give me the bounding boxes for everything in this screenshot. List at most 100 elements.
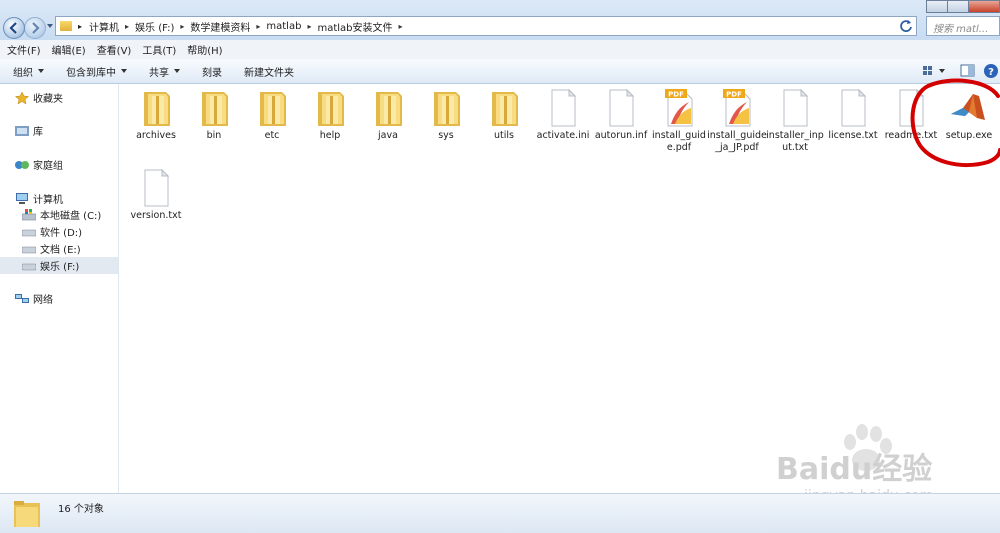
- organize-button[interactable]: 组织: [13, 64, 44, 79]
- list-item[interactable]: PDF install_guide.pdf: [648, 88, 710, 154]
- folder-icon: [368, 88, 408, 128]
- file-label: install_guide.pdf: [652, 130, 706, 153]
- file-label: utils: [494, 130, 514, 141]
- file-label: bin: [206, 130, 222, 141]
- chevron-right-icon[interactable]: ▸: [307, 22, 311, 31]
- close-button[interactable]: [968, 0, 1000, 13]
- menu-tools[interactable]: 工具(T): [142, 42, 176, 57]
- back-button[interactable]: [3, 17, 25, 39]
- file-label: etc: [264, 130, 280, 141]
- file-icon: [543, 88, 583, 128]
- sidebar-item-label: 库: [33, 127, 43, 138]
- breadcrumb-label: 娱乐 (F:): [135, 22, 175, 34]
- forward-button[interactable]: [24, 17, 46, 39]
- breadcrumb-folder[interactable]: 数学建模资料 ▸: [187, 19, 263, 34]
- chevron-right-icon[interactable]: ▸: [399, 22, 403, 31]
- share-label: 共享: [149, 67, 169, 79]
- list-item[interactable]: sys: [415, 88, 477, 142]
- sidebar-item-drive-f[interactable]: 娱乐 (F:): [0, 257, 118, 274]
- recent-pages-chevron-icon[interactable]: [47, 24, 53, 28]
- include-in-library-button[interactable]: 包含到库中: [66, 64, 127, 79]
- address-field[interactable]: ▸ 计算机 ▸ 娱乐 (F:) ▸ 数学建模资料 ▸ matlab ▸ matlab安装…: [55, 16, 917, 36]
- chevron-right-icon[interactable]: ▸: [256, 22, 260, 31]
- list-item[interactable]: license.txt: [822, 88, 884, 142]
- sidebar-item-label: 网络: [33, 295, 53, 306]
- list-item[interactable]: version.txt: [125, 168, 187, 222]
- sidebar-item-homegroup[interactable]: 家庭组: [0, 156, 118, 173]
- chevron-down-icon: [174, 69, 180, 73]
- list-item[interactable]: etc: [241, 88, 303, 142]
- list-item[interactable]: java: [357, 88, 419, 142]
- homegroup-icon: [15, 160, 29, 169]
- breadcrumb-matlab[interactable]: matlab ▸: [263, 21, 314, 32]
- folder-icon: [194, 88, 234, 128]
- chevron-right-icon[interactable]: ▸: [180, 22, 184, 31]
- breadcrumb-current[interactable]: matlab安装文件 ▸: [314, 19, 405, 34]
- list-item[interactable]: bin: [183, 88, 245, 142]
- network-icon: [15, 293, 29, 303]
- folder-icon: [426, 88, 466, 128]
- menu-help[interactable]: 帮助(H): [187, 42, 222, 57]
- sidebar-item-drive-c[interactable]: 本地磁盘 (C:): [0, 206, 118, 223]
- list-item[interactable]: utils: [473, 88, 535, 142]
- chevron-down-icon[interactable]: [939, 69, 945, 73]
- refresh-icon[interactable]: [898, 18, 914, 34]
- command-bar: 组织 包含到库中 共享 刻录 新建文件夹 ?: [0, 59, 1000, 84]
- maximize-button[interactable]: [947, 0, 969, 13]
- file-label: version.txt: [130, 210, 182, 221]
- sidebar-item-favorites[interactable]: 收藏夹: [0, 89, 118, 106]
- library-icon: [15, 125, 29, 136]
- file-label: sys: [438, 130, 454, 141]
- file-label: license.txt: [828, 130, 878, 141]
- navigation-pane: 收藏夹 库 家庭组 计算机 本地磁盘 (C:) 软件 (D:) 文档 (E:) …: [0, 84, 119, 493]
- folder-icon: [60, 21, 72, 31]
- file-label: java: [378, 130, 398, 141]
- file-icon: [775, 88, 815, 128]
- highlight-circle-annotation: [910, 78, 1000, 167]
- breadcrumb-label: matlab: [266, 20, 302, 32]
- svg-text:PDF: PDF: [668, 91, 684, 99]
- sidebar-item-drive-e[interactable]: 文档 (E:): [0, 240, 118, 257]
- sidebar-item-drive-d[interactable]: 软件 (D:): [0, 223, 118, 240]
- folder-icon: [14, 501, 40, 527]
- search-input[interactable]: 搜索 matl...: [926, 16, 1000, 36]
- minimize-button[interactable]: [926, 0, 948, 13]
- sidebar-item-label: 家庭组: [33, 161, 63, 172]
- share-button[interactable]: 共享: [149, 64, 180, 79]
- list-item[interactable]: installer_input.txt: [764, 88, 826, 154]
- list-item[interactable]: help: [299, 88, 361, 142]
- new-folder-label: 新建文件夹: [244, 67, 294, 79]
- status-bar: 16 个对象: [0, 493, 1000, 533]
- file-label: help: [319, 130, 341, 141]
- breadcrumb-computer[interactable]: 计算机 ▸: [86, 19, 132, 34]
- sidebar-item-network[interactable]: 网络: [0, 290, 118, 307]
- breadcrumb-label: 计算机: [89, 22, 120, 34]
- menu-file[interactable]: 文件(F): [7, 42, 41, 57]
- file-icon: [601, 88, 641, 128]
- list-item[interactable]: activate.ini: [532, 88, 594, 142]
- file-label: activate.ini: [536, 130, 590, 141]
- pdf-icon: PDF: [659, 88, 699, 128]
- folder-icon: [310, 88, 350, 128]
- file-label: installer_input.txt: [766, 130, 824, 153]
- menu-view[interactable]: 查看(V): [97, 42, 132, 57]
- chevron-right-icon[interactable]: ▸: [78, 22, 82, 31]
- list-item[interactable]: PDF install_guide_ja_JP.pdf: [706, 88, 768, 154]
- file-label: autorun.inf: [594, 130, 648, 141]
- breadcrumb-drive[interactable]: 娱乐 (F:) ▸: [132, 19, 187, 34]
- chevron-right-icon[interactable]: ▸: [125, 22, 129, 31]
- burn-button[interactable]: 刻录: [202, 64, 222, 79]
- list-item[interactable]: archives: [125, 88, 187, 142]
- drive-icon: [22, 263, 36, 270]
- menu-edit[interactable]: 编辑(E): [52, 42, 86, 57]
- drive-system-icon: [22, 208, 36, 220]
- sidebar-item-computer[interactable]: 计算机: [0, 190, 118, 207]
- new-folder-button[interactable]: 新建文件夹: [244, 64, 294, 79]
- list-item[interactable]: autorun.inf: [590, 88, 652, 142]
- folder-icon: [136, 88, 176, 128]
- star-icon: [15, 91, 29, 104]
- file-icon: [833, 88, 873, 128]
- sidebar-item-library[interactable]: 库: [0, 122, 118, 139]
- organize-label: 组织: [13, 67, 33, 79]
- svg-text:PDF: PDF: [726, 91, 742, 99]
